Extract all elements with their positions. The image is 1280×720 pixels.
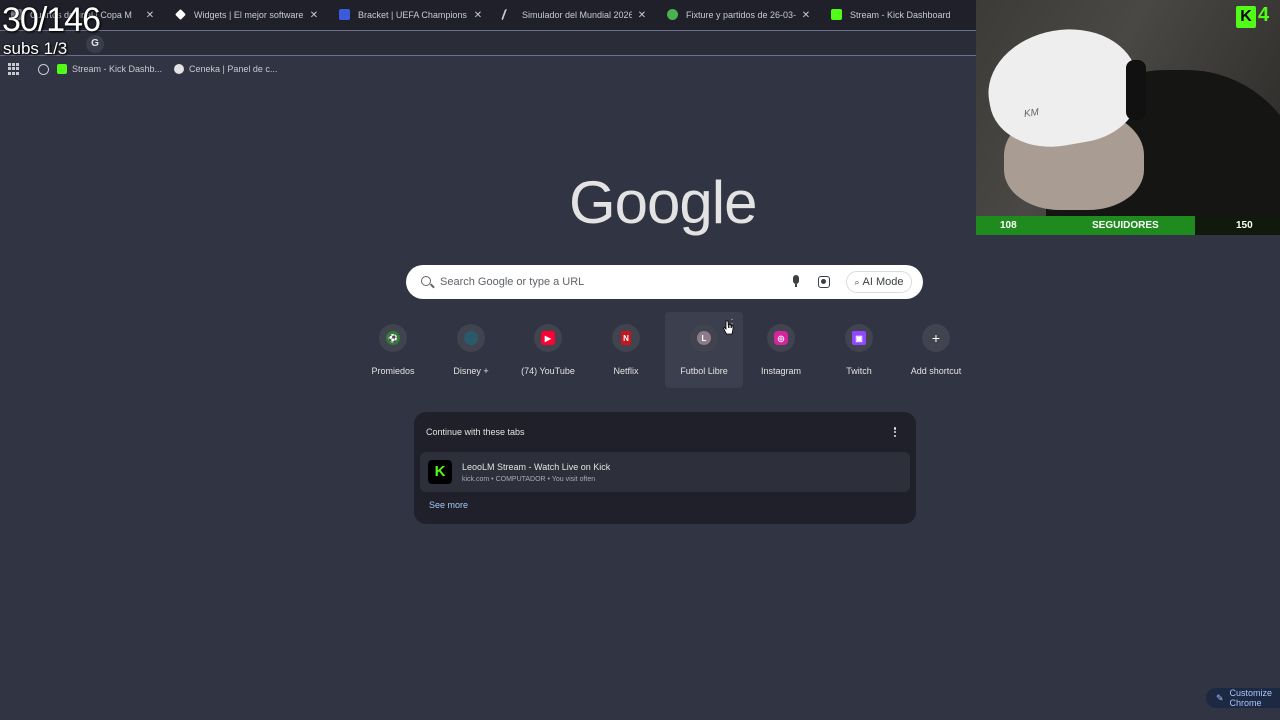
ai-mode-button[interactable]: ⌕ AI Mode xyxy=(846,271,912,293)
tab-strip: Cuartos de final | Copa M ✕ Widgets | El… xyxy=(0,0,976,30)
ai-search-icon: ⌕ xyxy=(854,276,860,287)
browser-tab[interactable]: Fixture y partidos de 26-03-202 ✕ xyxy=(656,0,820,30)
search-icon xyxy=(421,276,431,286)
shortcut-icon-bg: ▶ xyxy=(534,324,562,352)
shortcut-label: Add shortcut xyxy=(910,366,962,376)
bookmark-label: Stream - Kick Dashb... xyxy=(72,64,163,74)
bookmark-item[interactable]: Ceneka | Panel de c... xyxy=(174,64,277,74)
shortcut-icon-bg xyxy=(457,324,485,352)
soccer-icon: ⚽ xyxy=(386,331,400,345)
shortcut-tile[interactable]: Disney + xyxy=(432,312,510,388)
close-icon[interactable]: ✕ xyxy=(800,10,812,21)
tab-title: Stream - Kick Dashboard xyxy=(850,10,951,20)
cap-logo: KM xyxy=(1023,107,1040,120)
letter-l-icon: L xyxy=(697,331,711,345)
continue-tab-item[interactable]: K LeooLM Stream - Watch Live on Kick kic… xyxy=(420,452,910,492)
close-icon[interactable]: ✕ xyxy=(472,10,484,21)
bookmarks-bar: Stream - Kick Dashb... Ceneka | Panel de… xyxy=(0,57,976,81)
follower-current: 108 xyxy=(1000,220,1017,231)
stream-goal-counter: 30/146 xyxy=(2,1,101,39)
ai-mode-label: AI Mode xyxy=(862,276,904,288)
kick-icon xyxy=(57,64,67,74)
address-bar: G xyxy=(0,30,976,56)
shortcut-icon-bg: ◎ xyxy=(767,324,795,352)
shortcut-tile[interactable]: ▣ Twitch xyxy=(820,312,898,388)
more-vert-icon[interactable] xyxy=(892,425,898,439)
search-box[interactable]: ⌕ AI Mode xyxy=(406,265,923,299)
shortcut-tile[interactable]: ▶ (74) YouTube xyxy=(509,312,587,388)
tab-favicon-icon xyxy=(667,9,678,20)
plus-icon: + xyxy=(931,330,941,346)
shortcut-icon-bg: ▣ xyxy=(845,324,873,352)
card-title: Continue with these tabs xyxy=(426,427,525,437)
shortcut-icon-bg: ⚽ xyxy=(379,324,407,352)
headphone xyxy=(1126,60,1146,120)
tab-title: Bracket | UEFA Champions Leag xyxy=(358,10,468,20)
see-more-link[interactable]: See more xyxy=(429,500,468,510)
tab-title: Widgets | El mejor software par xyxy=(194,10,304,20)
viewer-count: 4 xyxy=(1258,4,1270,26)
hand-cursor-icon xyxy=(723,320,734,335)
shortcut-label: Futbol Libre xyxy=(680,366,728,376)
close-icon[interactable]: ✕ xyxy=(308,10,320,21)
tab-favicon-icon xyxy=(175,9,186,20)
shortcut-label: Promiedos xyxy=(371,366,415,376)
follower-goal-bar: 108 SEGUIDORES 150 xyxy=(976,216,1280,235)
shortcut-tile[interactable]: N Netflix xyxy=(587,312,665,388)
instagram-icon: ◎ xyxy=(774,331,788,345)
browser-tab[interactable]: Widgets | El mejor software par ✕ xyxy=(164,0,328,30)
tab-item-title: LeooLM Stream - Watch Live on Kick xyxy=(462,462,611,472)
add-shortcut-button[interactable]: + Add shortcut xyxy=(897,312,975,388)
shortcut-label: Netflix xyxy=(613,366,639,376)
kick-logo-icon: K xyxy=(1236,6,1256,28)
ceneka-icon xyxy=(174,64,185,74)
browser-tab-active[interactable]: Stream - Kick Dashboard xyxy=(820,0,976,30)
continue-tabs-card: Continue with these tabs K LeooLM Stream… xyxy=(414,412,916,524)
microphone-icon[interactable] xyxy=(792,275,800,288)
browser-tab[interactable]: Bracket | UEFA Champions Leag ✕ xyxy=(328,0,492,30)
bookmark-label: Ceneka | Panel de c... xyxy=(189,64,278,74)
shortcut-label: Instagram xyxy=(760,366,802,376)
search-input[interactable] xyxy=(440,274,770,290)
shortcut-icon-bg: L xyxy=(690,324,718,352)
apps-grid-icon[interactable] xyxy=(8,63,20,75)
google-logo: Google xyxy=(569,169,757,236)
close-icon[interactable]: ✕ xyxy=(636,10,648,21)
follower-goal: 150 xyxy=(1236,220,1253,231)
omnibox-input[interactable] xyxy=(108,35,968,53)
tab-item-subtitle: kick.com • COMPUTADOR • You visit often xyxy=(462,476,596,483)
subs-counter: subs 1/3 xyxy=(3,39,68,58)
twitch-icon: ▣ xyxy=(852,331,866,345)
kick-icon: K xyxy=(428,460,452,484)
tab-title: Fixture y partidos de 26-03-202 xyxy=(686,10,796,20)
tab-title: Simulador del Mundial 2026 xyxy=(522,10,632,20)
customize-label: Customize Chrome xyxy=(1229,688,1273,708)
customize-chrome-button[interactable]: ✎ Customize Chrome xyxy=(1206,688,1280,708)
shortcuts-grid: ⚽ Promiedos Disney + ▶ (74) YouTube N Ne… xyxy=(354,312,974,388)
globe-icon[interactable] xyxy=(38,63,49,75)
kick-favicon-icon xyxy=(831,9,842,20)
close-icon[interactable]: ✕ xyxy=(144,10,156,21)
shortcut-label: Disney + xyxy=(453,366,489,376)
tab-favicon-icon xyxy=(339,9,350,20)
browser-tab[interactable]: Simulador del Mundial 2026 ✕ xyxy=(492,0,656,30)
follower-label: SEGUIDORES xyxy=(1092,220,1159,231)
disney-icon xyxy=(464,331,478,345)
shortcut-label: Twitch xyxy=(846,366,872,376)
shortcut-icon-bg: N xyxy=(612,324,640,352)
shortcut-tile[interactable]: ⚽ Promiedos xyxy=(354,312,432,388)
shortcut-icon-bg: + xyxy=(922,324,950,352)
google-lens-icon[interactable] xyxy=(818,276,830,288)
youtube-icon: ▶ xyxy=(541,331,555,345)
pencil-icon: ✎ xyxy=(1216,692,1224,703)
bookmark-item[interactable]: Stream - Kick Dashb... xyxy=(57,64,162,74)
shortcut-tile[interactable]: ◎ Instagram xyxy=(742,312,820,388)
tab-favicon-icon xyxy=(500,9,512,20)
shortcut-label: (74) YouTube xyxy=(521,366,575,376)
webcam-feed: KM xyxy=(976,0,1280,216)
netflix-icon: N xyxy=(621,331,631,345)
